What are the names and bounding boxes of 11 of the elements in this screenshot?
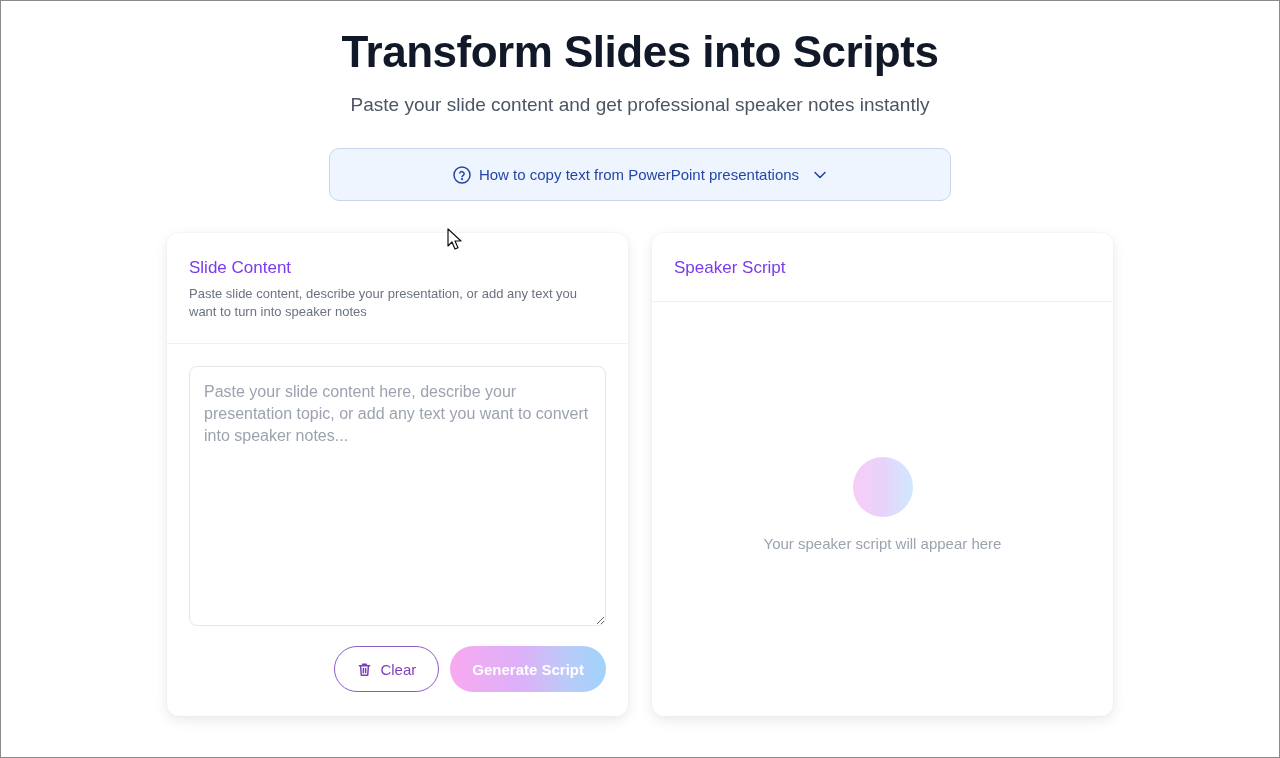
card-title: Speaker Script xyxy=(674,257,787,279)
question-circle-icon xyxy=(452,165,471,184)
page-title: Transform Slides into Scripts xyxy=(341,26,939,78)
slide-content-field[interactable]: Paste your slide content here, describe your presentation topic, or add any text you want to convert into speaker notes... xyxy=(189,366,606,626)
help-toggle[interactable]: How to copy text from PowerPoint presentations xyxy=(329,148,951,201)
clear-button[interactable]: Clear xyxy=(334,646,440,692)
card-title: Slide Content xyxy=(189,257,293,279)
card-description: Paste slide content, describe your presentation, or add any text you want to turn into speaker notes xyxy=(189,285,579,321)
page-subtitle: Paste your slide content and get professional speaker notes instantly xyxy=(350,93,930,117)
trash-icon xyxy=(357,661,373,677)
empty-state-message: Your speaker script will appear here xyxy=(763,534,1002,552)
